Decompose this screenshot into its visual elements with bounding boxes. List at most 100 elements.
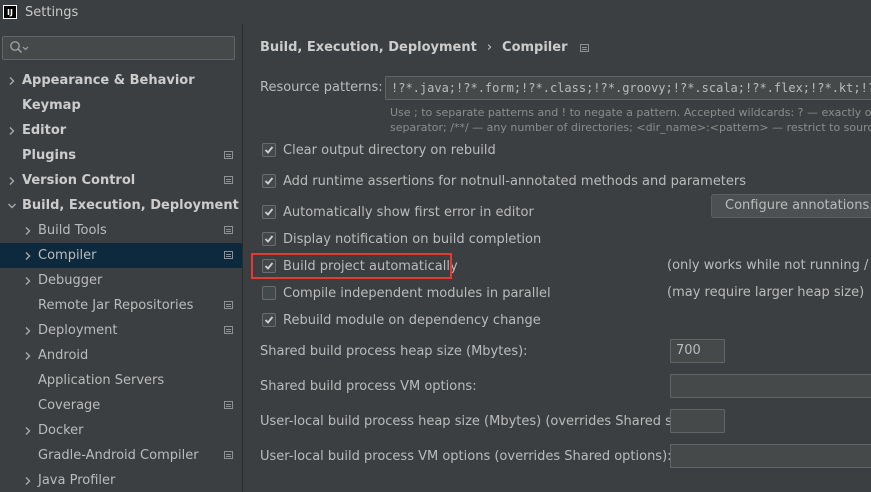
settings-sidebar: Appearance & Behavior Keymap Editor Plugins… (0, 24, 243, 492)
chevron-right-icon[interactable] (22, 425, 34, 437)
sidebar-item-label: Keymap (22, 98, 81, 113)
chevron-right-icon[interactable] (22, 225, 34, 237)
chevron-right-icon[interactable] (22, 250, 34, 262)
sidebar-item-label: Deployment (38, 323, 118, 338)
settings-tree: Appearance & Behavior Keymap Editor Plugins… (0, 68, 242, 492)
sidebar-item-editor[interactable]: Editor (0, 118, 242, 143)
user-local-heap-size-label: User-local build process heap size (Mbyt… (260, 414, 700, 429)
sidebar-item-label: Debugger (38, 273, 103, 288)
checkbox-note: (only works while not running / debuggin… (667, 258, 871, 273)
project-level-icon (224, 251, 233, 259)
checkbox-row-compile-independent-modules-in-parallel[interactable]: Compile independent modules in parallel (262, 283, 551, 303)
checkmark-icon (264, 235, 274, 243)
checkbox-checked[interactable] (262, 205, 276, 219)
checkbox-unchecked[interactable] (262, 286, 276, 300)
breadcrumb: Build, Execution, Deployment › Compiler (260, 40, 589, 55)
chevron-right-icon[interactable] (22, 275, 34, 287)
sidebar-item-plugins[interactable]: Plugins (0, 143, 242, 168)
sidebar-item-version-control[interactable]: Version Control (0, 168, 242, 193)
chevron-right-icon[interactable] (6, 125, 18, 137)
resource-patterns-hint-line2: separator; /**/ — any number of director… (390, 121, 871, 134)
title-bar: IJ Settings (0, 0, 871, 24)
sidebar-item-label: Build Tools (38, 223, 107, 238)
chevron-right-icon[interactable] (22, 350, 34, 362)
resource-patterns-label: Resource patterns: (260, 80, 383, 95)
chevron-right-icon[interactable] (22, 325, 34, 337)
sidebar-item-label: Android (38, 348, 89, 363)
configure-annotations-button[interactable]: Configure annotations... (711, 194, 871, 218)
checkmark-icon (264, 208, 274, 216)
checkbox-row-add-runtime-assertions-for-notnull-annotated-methods-and-parameters[interactable]: Add runtime assertions for notnull-annot… (262, 171, 746, 191)
sidebar-item-docker[interactable]: Docker (0, 418, 242, 443)
highlight-box (251, 253, 452, 279)
checkbox-label[interactable]: Add runtime assertions for notnull-annot… (283, 174, 746, 189)
sidebar-item-label: Gradle-Android Compiler (38, 448, 199, 463)
checkbox-checked[interactable] (262, 143, 276, 157)
checkbox-row-rebuild-module-on-dependency-change[interactable]: Rebuild module on dependency change (262, 310, 541, 330)
checkbox-checked[interactable] (262, 313, 276, 327)
user-local-vm-options-input[interactable] (670, 444, 871, 468)
sidebar-item-deployment[interactable]: Deployment (0, 318, 242, 343)
checkbox-label[interactable]: Compile independent modules in parallel (283, 286, 551, 301)
resource-patterns-input[interactable]: !?*.java;!?*.form;!?*.class;!?*.groovy;!… (385, 76, 871, 100)
checkbox-note: (may require larger heap size) (667, 285, 865, 300)
sidebar-item-label: Plugins (22, 148, 76, 163)
checkmark-icon (264, 177, 274, 185)
window-title: Settings (25, 4, 79, 20)
shared-vm-options-input[interactable] (670, 374, 871, 398)
breadcrumb-separator: › (486, 40, 493, 55)
checkbox-label[interactable]: Display notification on build completion (283, 232, 541, 247)
sidebar-item-appearance-behavior[interactable]: Appearance & Behavior (0, 68, 242, 93)
sidebar-item-build-tools[interactable]: Build Tools (0, 218, 242, 243)
settings-search-input[interactable] (2, 36, 235, 60)
sidebar-item-label: Version Control (22, 173, 136, 188)
sidebar-item-label: Editor (22, 123, 67, 138)
sidebar-item-debugger[interactable]: Debugger (0, 268, 242, 293)
project-level-icon (224, 451, 233, 459)
shared-heap-size-input[interactable]: 700 (670, 339, 725, 363)
chevron-right-icon[interactable] (6, 75, 18, 87)
checkbox-row-display-notification-on-build-completion[interactable]: Display notification on build completion (262, 229, 541, 249)
sidebar-item-keymap[interactable]: Keymap (0, 93, 242, 118)
sidebar-item-coverage[interactable]: Coverage (0, 393, 242, 418)
chevron-right-icon[interactable] (6, 175, 18, 187)
project-level-icon (579, 43, 589, 52)
sidebar-item-android[interactable]: Android (0, 343, 242, 368)
checkmark-icon (264, 316, 274, 324)
checkbox-row-automatically-show-first-error-in-editor[interactable]: Automatically show first error in editor (262, 202, 534, 222)
sidebar-item-label: Coverage (38, 398, 101, 413)
sidebar-item-application-servers[interactable]: Application Servers (0, 368, 242, 393)
sidebar-item-label: Docker (38, 423, 84, 438)
checkbox-row-clear-output-directory-on-rebuild[interactable]: Clear output directory on rebuild (262, 140, 496, 160)
checkmark-icon (264, 146, 274, 154)
sidebar-item-compiler[interactable]: Compiler (0, 243, 242, 268)
sidebar-item-gradle-android-compiler[interactable]: Gradle-Android Compiler (0, 443, 242, 468)
user-local-vm-options-label: User-local build process VM options (ove… (260, 449, 672, 464)
sidebar-item-label: Compiler (38, 248, 97, 263)
project-level-icon (224, 226, 233, 234)
checkbox-label[interactable]: Automatically show first error in editor (283, 205, 534, 220)
sidebar-item-label: Appearance & Behavior (22, 73, 195, 88)
resource-patterns-hint-line1: Use ; to separate patterns and ! to nega… (390, 106, 871, 119)
breadcrumb-current: Compiler (502, 40, 568, 55)
checkbox-label[interactable]: Clear output directory on rebuild (283, 143, 496, 158)
project-level-icon (224, 301, 233, 309)
chevron-right-icon[interactable] (22, 475, 34, 487)
sidebar-item-label: Java Profiler (38, 473, 116, 488)
project-level-icon (224, 326, 233, 334)
sidebar-item-label: Build, Execution, Deployment (22, 198, 239, 213)
checkbox-checked[interactable] (262, 174, 276, 188)
user-local-heap-size-input[interactable] (670, 409, 725, 433)
sidebar-item-label: Remote Jar Repositories (38, 298, 194, 313)
sidebar-item-build-execution-deployment[interactable]: Build, Execution, Deployment (0, 193, 242, 218)
project-level-icon (224, 176, 233, 184)
sidebar-item-remote-jar-repositories[interactable]: Remote Jar Repositories (0, 293, 242, 318)
breadcrumb-parent[interactable]: Build, Execution, Deployment (260, 40, 477, 55)
checkbox-label[interactable]: Rebuild module on dependency change (283, 313, 541, 328)
sidebar-item-java-profiler[interactable]: Java Profiler (0, 468, 242, 492)
checkbox-checked[interactable] (262, 232, 276, 246)
shared-heap-size-label: Shared build process heap size (Mbytes): (260, 344, 528, 359)
chevron-down-icon[interactable] (6, 200, 18, 212)
